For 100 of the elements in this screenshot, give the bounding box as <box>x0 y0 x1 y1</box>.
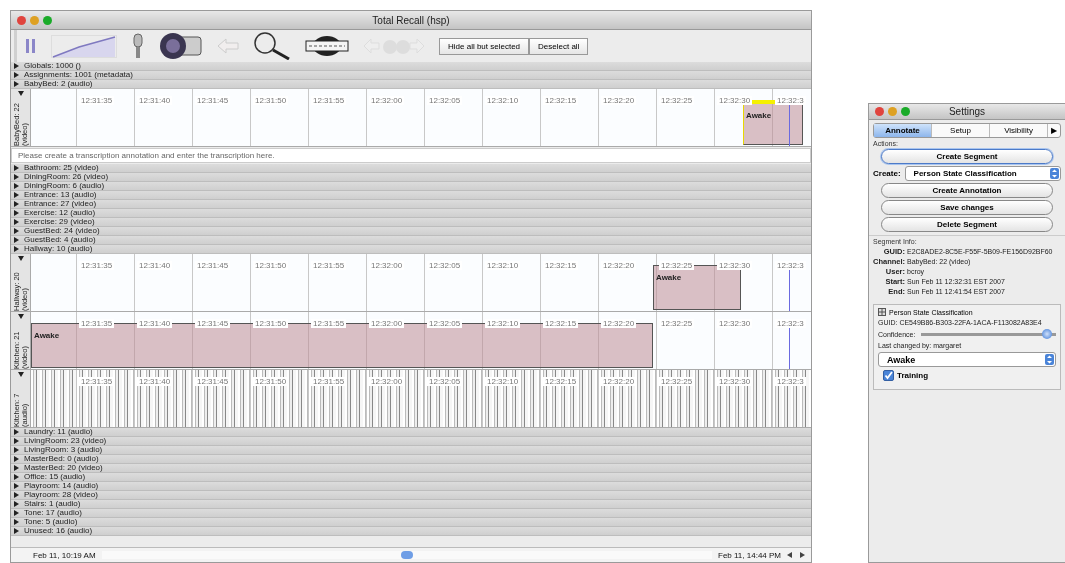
disclosure-icon[interactable] <box>14 429 19 435</box>
time-label: 12:31:55 <box>311 377 347 386</box>
disclosure-icon[interactable] <box>14 474 19 480</box>
toolbar-button[interactable]: Hide all but selected <box>439 37 530 55</box>
camera-icon[interactable] <box>159 32 203 60</box>
channel-row[interactable]: Unused: 16 (audio) <box>11 527 811 536</box>
action-button[interactable]: Save changes <box>881 200 1053 215</box>
time-label: 12:31:35 <box>79 96 115 105</box>
disclosure-icon[interactable] <box>14 63 19 69</box>
tab[interactable]: Setup <box>932 124 990 137</box>
disclosure-icon[interactable] <box>14 228 19 234</box>
channel-row[interactable]: Assignments: 1001 (metadata) <box>11 71 811 80</box>
action-button[interactable]: Create Annotation <box>881 183 1053 198</box>
channel-row[interactable]: Hallway: 10 (audio) <box>11 245 811 254</box>
time-label: 12:32:20 <box>601 319 637 328</box>
channel-row[interactable]: Exercise: 29 (video) <box>11 218 811 227</box>
disclosure-icon[interactable] <box>14 246 19 252</box>
channel-row[interactable]: DiningRoom: 26 (video) <box>11 173 811 182</box>
time-label: 12:32:25 <box>659 261 695 270</box>
disclosure-icon[interactable] <box>14 192 19 198</box>
search-icon[interactable] <box>253 32 291 60</box>
disclosure-icon[interactable] <box>14 528 19 534</box>
disclosure-icon[interactable] <box>17 256 24 261</box>
annotation-type-dropdown[interactable]: Person State Classification <box>904 166 1061 181</box>
state-dropdown[interactable]: Awake <box>878 352 1056 367</box>
channel-row[interactable]: Entrance: 13 (audio) <box>11 191 811 200</box>
scroll-track[interactable] <box>101 551 712 559</box>
channel-row[interactable]: Playroom: 14 (audio) <box>11 482 811 491</box>
disclosure-icon[interactable] <box>14 165 19 171</box>
channel-name: Bathroom: 25 (video) <box>24 164 99 172</box>
training-checkbox[interactable] <box>883 370 894 381</box>
scroll-thumb[interactable] <box>400 551 413 559</box>
disclosure-icon[interactable] <box>14 519 19 525</box>
disclosure-icon[interactable] <box>17 91 24 96</box>
channel-row[interactable]: Globals: 1000 () <box>11 62 811 71</box>
time-label: 12:32:15 <box>543 377 579 386</box>
close-button[interactable] <box>875 107 884 116</box>
scroll-right-icon[interactable] <box>799 552 805 558</box>
channel-row[interactable]: MasterBed: 0 (audio) <box>11 455 811 464</box>
tab[interactable]: Annotate <box>874 124 932 137</box>
end-time-label: Feb 11, 14:44 PM <box>718 550 781 560</box>
channel-row[interactable]: Laundry: 11 (audio) <box>11 428 811 437</box>
channel-row[interactable]: GuestBed: 4 (audio) <box>11 236 811 245</box>
time-label: 12:32:00 <box>369 96 405 105</box>
channel-row[interactable]: Playroom: 28 (video) <box>11 491 811 500</box>
disclosure-icon[interactable] <box>14 447 19 453</box>
time-label: 12:31:45 <box>195 261 231 270</box>
channel-name: Stairs: 1 (audio) <box>24 500 81 508</box>
channel-row[interactable]: MasterBed: 20 (video) <box>11 464 811 473</box>
volume-ramp-icon[interactable] <box>51 34 117 58</box>
channel-row[interactable]: Stairs: 1 (audio) <box>11 500 811 509</box>
channel-name: Playroom: 28 (video) <box>24 491 98 499</box>
disclosure-icon[interactable] <box>14 465 19 471</box>
transcription-field[interactable]: Please create a transcription annotation and enter the transcription here. <box>11 148 811 163</box>
microphone-icon[interactable] <box>131 33 145 59</box>
toolbar-button[interactable]: Deselect all <box>529 37 589 55</box>
create-segment-button[interactable]: Create Segment <box>881 149 1053 164</box>
channel-row[interactable]: Bathroom: 25 (video) <box>11 164 811 173</box>
pause-icon[interactable] <box>25 37 37 55</box>
scroll-left-icon[interactable] <box>787 552 793 558</box>
disclosure-icon[interactable] <box>14 237 19 243</box>
more-tabs-button[interactable]: ▶ <box>1048 124 1060 137</box>
disclosure-icon[interactable] <box>14 183 19 189</box>
disclosure-icon[interactable] <box>14 483 19 489</box>
slider-thumb[interactable] <box>1042 329 1053 339</box>
channel-row[interactable]: Office: 15 (audio) <box>11 473 811 482</box>
time-label: 12:32:30 <box>717 96 753 105</box>
stamp-icon[interactable] <box>305 35 349 57</box>
disclosure-icon[interactable] <box>14 510 19 516</box>
disclosure-icon[interactable] <box>14 456 19 462</box>
channel-row[interactable]: Tone: 17 (audio) <box>11 509 811 518</box>
create-label: Create: <box>873 169 901 178</box>
channel-row[interactable]: Tone: 5 (audio) <box>11 518 811 527</box>
channel-row[interactable]: DiningRoom: 6 (audio) <box>11 182 811 191</box>
disclosure-icon[interactable] <box>14 219 19 225</box>
window-title: Total Recall (hsp) <box>372 14 450 26</box>
channel-name: BabyBed: 2 (audio) <box>24 80 93 88</box>
action-button[interactable]: Delete Segment <box>881 217 1053 232</box>
channel-row[interactable]: LivingRoom: 23 (video) <box>11 437 811 446</box>
time-label: 12:32:15 <box>543 319 579 328</box>
disclosure-icon[interactable] <box>14 81 19 87</box>
disclosure-icon[interactable] <box>17 314 24 319</box>
disclosure-icon[interactable] <box>14 174 19 180</box>
disclosure-icon[interactable] <box>14 492 19 498</box>
time-label: 12:32:3 <box>775 377 806 386</box>
channel-row[interactable]: Exercise: 12 (audio) <box>11 209 811 218</box>
disclosure-icon[interactable] <box>14 201 19 207</box>
channel-row[interactable]: GuestBed: 24 (video) <box>11 227 811 236</box>
disclosure-icon[interactable] <box>14 438 19 444</box>
channel-row[interactable]: BabyBed: 2 (audio) <box>11 80 811 89</box>
disclosure-icon[interactable] <box>14 501 19 507</box>
disclosure-icon[interactable] <box>14 210 19 216</box>
start-time-label: Feb 11, 10:19 AM <box>33 550 96 560</box>
tab[interactable]: Visibility <box>990 124 1048 137</box>
channel-name: DiningRoom: 6 (audio) <box>24 182 105 190</box>
channel-row[interactable]: LivingRoom: 3 (audio) <box>11 446 811 455</box>
disclosure-icon[interactable] <box>17 372 24 377</box>
close-button[interactable] <box>17 15 26 25</box>
disclosure-icon[interactable] <box>14 72 19 78</box>
channel-row[interactable]: Entrance: 27 (video) <box>11 200 811 209</box>
